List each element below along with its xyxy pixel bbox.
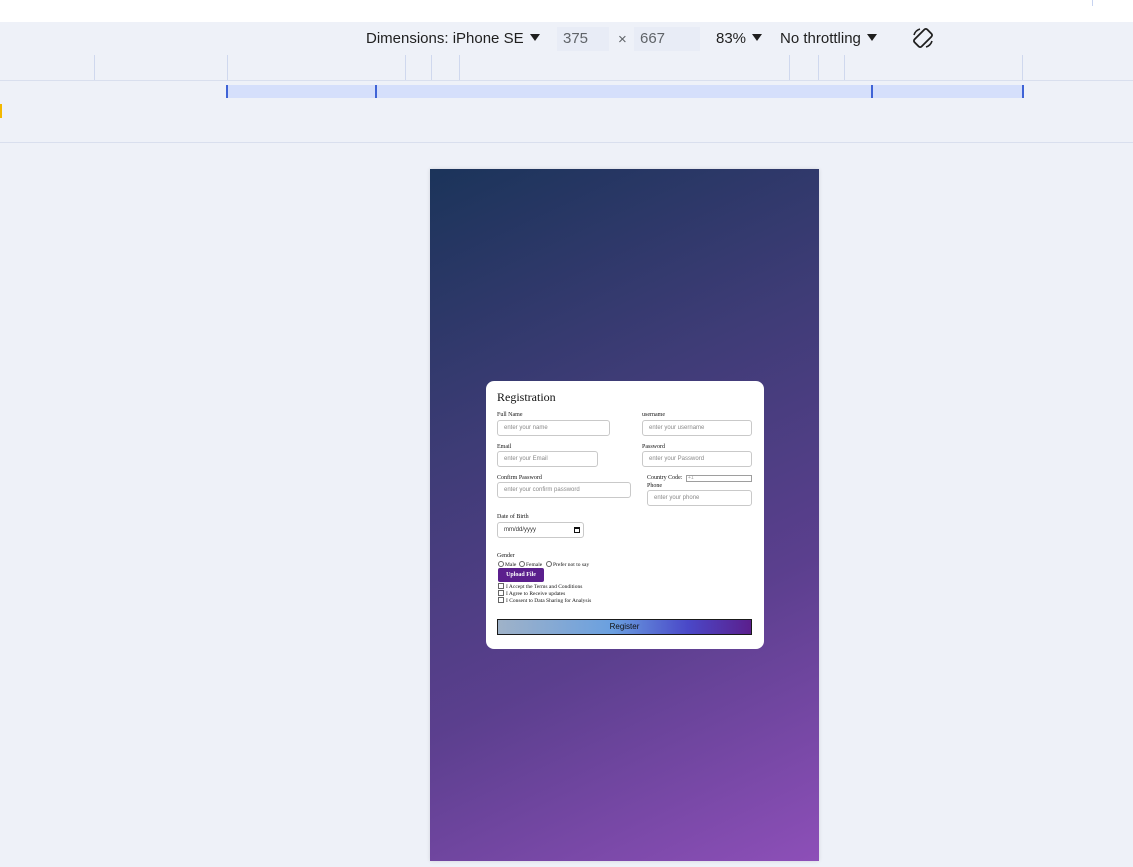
ruler-segment[interactable] <box>226 85 376 98</box>
divider <box>0 142 1133 143</box>
phone-input[interactable]: enter your phone <box>647 490 752 506</box>
checkbox-icon <box>498 597 504 603</box>
username-label: username <box>642 412 665 418</box>
dob-placeholder: mm/dd/yyyy <box>504 527 537 533</box>
gender-option-female[interactable]: Female <box>519 561 542 568</box>
ruler-segment[interactable] <box>871 85 1024 98</box>
chevron-down-icon <box>529 34 540 41</box>
phone-label: Phone <box>647 483 662 489</box>
ruler-tick <box>94 55 95 80</box>
throttling-dropdown[interactable]: No throttling <box>780 30 877 47</box>
device-toolbar: Dimensions: iPhone SE 375 × 667 83% No t… <box>0 22 1133 56</box>
ruler-tick <box>789 55 790 80</box>
dimensions-label: Dimensions: iPhone SE <box>366 30 524 47</box>
checkbox-label: I Consent to Data Sharing for Analysis <box>506 598 592 604</box>
gender-option-prefer-not[interactable]: Prefer not to say <box>546 561 589 568</box>
dob-input[interactable]: mm/dd/yyyy <box>497 522 584 538</box>
browser-top-strip <box>0 0 1133 22</box>
times-icon: × <box>618 31 627 48</box>
country-code-input[interactable]: +1 <box>686 475 752 482</box>
media-query-ruler <box>0 55 1133 81</box>
ruler-tick <box>1022 55 1023 80</box>
chevron-down-icon <box>752 34 763 41</box>
dimensions-dropdown[interactable]: Dimensions: iPhone SE <box>366 30 540 47</box>
gender-label: Gender <box>497 553 515 559</box>
country-code-label: Country Code: <box>647 475 683 481</box>
email-label: Email <box>497 444 512 450</box>
full-name-label: Full Name <box>497 412 523 418</box>
data-sharing-checkbox[interactable]: I Consent to Data Sharing for Analysis <box>498 597 591 604</box>
width-input[interactable]: 375 <box>557 27 609 51</box>
upload-file-button[interactable]: Upload File <box>498 568 544 582</box>
confirm-password-input[interactable]: enter your confirm password <box>497 482 631 498</box>
checkbox-icon <box>498 590 504 596</box>
username-input[interactable]: enter your username <box>642 420 752 436</box>
password-label: Password <box>642 444 666 450</box>
width-ruler <box>0 81 1133 101</box>
height-input[interactable]: 667 <box>634 27 700 51</box>
zoom-label: 83% <box>716 30 747 47</box>
yellow-marker <box>0 104 2 118</box>
throttling-label: No throttling <box>780 30 861 47</box>
full-name-input[interactable]: enter your name <box>497 420 610 436</box>
registration-card: Registration Full Name enter your name u… <box>486 381 764 649</box>
window-corner-icon <box>1092 0 1133 6</box>
password-input[interactable]: enter your Password <box>642 451 752 467</box>
register-button[interactable]: Register <box>497 619 752 635</box>
zoom-dropdown[interactable]: 83% <box>716 30 763 47</box>
rotate-icon[interactable] <box>911 26 935 50</box>
radio-icon <box>498 561 504 567</box>
ruler-tick <box>405 55 406 80</box>
gender-option-label: Prefer not to say <box>553 562 590 568</box>
radio-icon <box>546 561 552 567</box>
ruler-tick <box>431 55 432 80</box>
chevron-down-icon <box>866 34 877 41</box>
ruler-tick <box>844 55 845 80</box>
email-input[interactable]: enter your Email <box>497 451 598 467</box>
form-title: Registration <box>497 390 556 404</box>
updates-checkbox[interactable]: I Agree to Receive updates <box>498 590 565 597</box>
device-viewport: Registration Full Name enter your name u… <box>430 169 819 861</box>
gender-option-male[interactable]: Male <box>498 561 516 568</box>
ruler-tick <box>459 55 460 80</box>
radio-icon <box>519 561 525 567</box>
checkbox-icon <box>498 583 504 589</box>
terms-checkbox[interactable]: I Accept the Terms and Conditions <box>498 583 582 590</box>
dob-label: Date of Birth <box>497 514 529 520</box>
ruler-segment[interactable] <box>375 85 872 98</box>
ruler-tick <box>227 55 228 80</box>
calendar-icon[interactable] <box>574 527 580 533</box>
ruler-tick <box>818 55 819 80</box>
confirm-password-label: Confirm Password <box>497 475 542 481</box>
